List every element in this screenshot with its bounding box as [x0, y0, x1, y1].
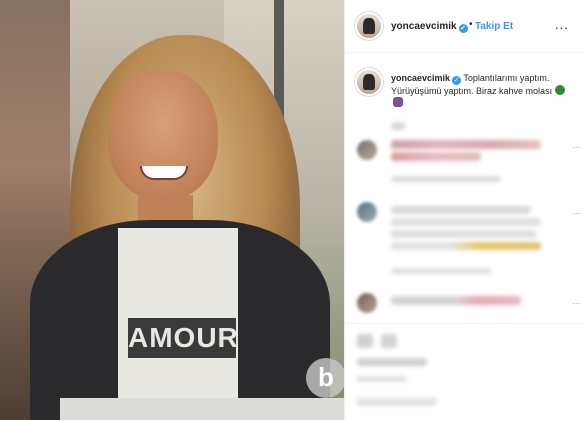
post-photo[interactable]: AMOUR b	[0, 0, 344, 420]
post-caption: yoncaevcimik ✓ Toplantılarımı yaptım. Yür…	[345, 60, 583, 114]
post-header: yoncaevcimik ✓ • Takip Et ...	[345, 0, 583, 53]
caption-avatar-figure	[363, 74, 375, 90]
profile-avatar[interactable]	[355, 12, 383, 40]
caption-verified-badge-icon: ✓	[452, 76, 462, 85]
comment-2-text	[391, 206, 531, 214]
comment-2-meta	[391, 268, 491, 274]
caption-text-block: yoncaevcimik ✓ Toplantılarımı yaptım. Yür…	[391, 72, 569, 109]
comment-1-small-label	[391, 122, 405, 130]
comment-2-text-line2	[391, 218, 541, 226]
photo-table	[60, 398, 344, 420]
comment-1-text	[391, 140, 541, 149]
post-timestamp	[357, 376, 407, 382]
instagram-post-window: AMOUR b yoncaevcimik ✓ • Takip Et ... yon…	[0, 0, 583, 420]
avatar-figure	[363, 18, 375, 34]
follow-button[interactable]: Takip Et	[475, 21, 513, 32]
photo-face	[108, 70, 218, 200]
post-actions-bar	[345, 323, 583, 421]
header-username-link[interactable]: yoncaevcimik ✓	[391, 21, 468, 33]
comment-2-text-line4	[391, 242, 541, 250]
watermark-logo: b	[306, 358, 344, 398]
verified-badge-icon: ✓	[458, 24, 468, 33]
comment-1-meta	[391, 176, 501, 182]
photo-shirt-print: AMOUR	[128, 318, 236, 358]
likes-count	[357, 358, 427, 366]
comment-3-more-icon[interactable]: ...	[572, 296, 580, 306]
more-options-icon[interactable]: ...	[555, 17, 569, 32]
caption-avatar[interactable]	[355, 68, 383, 96]
badge-emoji-icon	[393, 97, 403, 107]
photo-smile	[140, 166, 188, 180]
header-username: yoncaevcimik	[391, 21, 457, 32]
comment-icon[interactable]	[381, 334, 397, 348]
clover-emoji-icon	[554, 85, 565, 95]
add-comment-input[interactable]	[357, 398, 437, 406]
comment-1-more-icon[interactable]: ...	[572, 140, 580, 150]
header-separator: •	[469, 19, 473, 30]
like-icon[interactable]	[357, 334, 373, 348]
comment-2-avatar[interactable]	[357, 202, 377, 222]
comment-1-avatar[interactable]	[357, 140, 377, 160]
post-side-panel: yoncaevcimik ✓ • Takip Et ... yoncaevcimi…	[344, 0, 583, 420]
comment-3-text	[391, 296, 521, 305]
comment-2-text-line3	[391, 230, 536, 238]
comment-1-text-line2	[391, 152, 481, 161]
comment-3-avatar[interactable]	[357, 293, 377, 313]
caption-username[interactable]: yoncaevcimik	[391, 73, 450, 83]
comment-2-more-icon[interactable]: ...	[572, 206, 580, 216]
